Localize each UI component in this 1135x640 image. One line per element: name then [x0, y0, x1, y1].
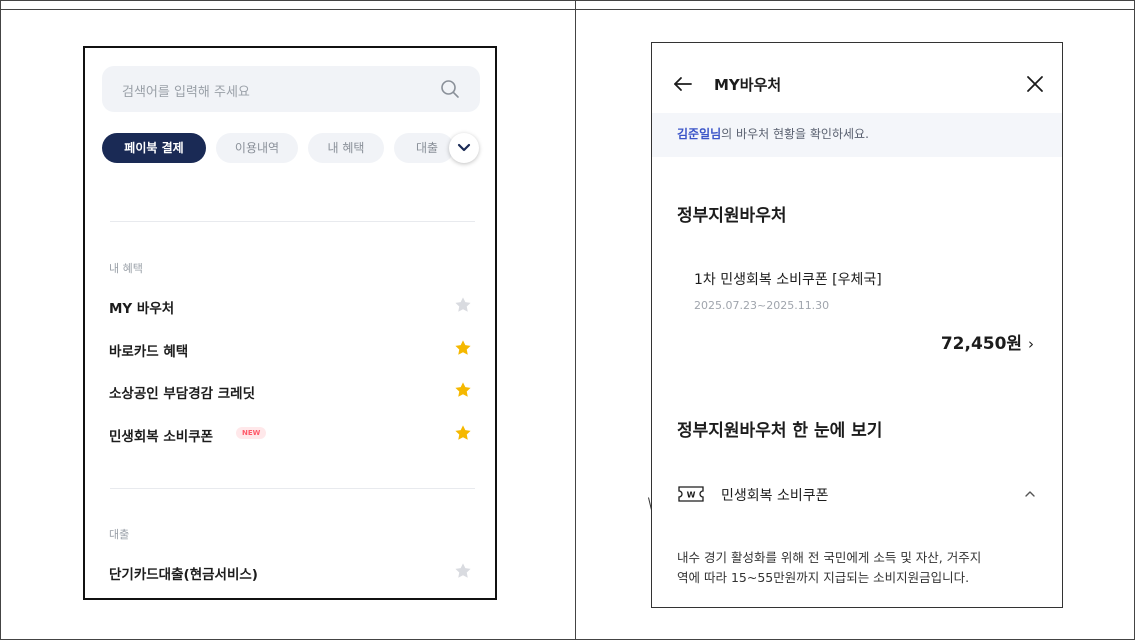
- description-line: 역에 따라 15~55만원까지 지급되는 소비지원금입니다.: [677, 570, 970, 585]
- menu-item-short-term-card-loan[interactable]: 단기카드대출(현금서비스): [109, 561, 479, 583]
- menu-item-label: 단기카드대출(현금서비스): [109, 567, 258, 583]
- voucher-period: 2025.07.23~2025.11.30: [694, 299, 830, 312]
- voucher-amount[interactable]: 72,450원 ›: [941, 329, 1034, 354]
- user-name: 김준일님: [677, 127, 722, 141]
- chevron-right-icon: ›: [1028, 335, 1034, 353]
- search-placeholder: 검색어를 입력해 주세요: [122, 85, 250, 100]
- table-top-border: [1, 9, 1134, 10]
- coupon-label: 민생회복 소비쿠폰: [721, 488, 829, 504]
- page-title: MY바우처: [714, 76, 782, 94]
- tab-loan[interactable]: 대출: [394, 133, 454, 163]
- star-outline-icon[interactable]: [453, 561, 473, 581]
- menu-item-my-voucher[interactable]: MY 바우처: [109, 295, 479, 317]
- menu-item-label: 바로카드 혜택: [109, 344, 189, 360]
- greeting-text: 김준일님의 바우처 현황을 확인하세요.: [677, 125, 869, 142]
- svg-text:W: W: [687, 491, 696, 500]
- won-coupon-icon: W: [678, 486, 704, 502]
- greeting-banner: 김준일님의 바우처 현황을 확인하세요.: [652, 113, 1062, 157]
- menu-item-consumption-coupon[interactable]: 민생회복 소비쿠폰 NEW: [109, 423, 479, 445]
- my-voucher-screen: MY바우처 김준일님의 바우처 현황을 확인하세요. 정부지원바우처 1차 민생…: [651, 42, 1063, 608]
- menu-item-label: MY 바우처: [109, 301, 175, 317]
- category-tabs: 페이북 결제 이용내역 내 혜택 대출: [102, 133, 487, 163]
- chevron-down-icon: [457, 143, 471, 152]
- section-divider: [110, 488, 475, 489]
- overview-title: 정부지원바우처 한 눈에 보기: [677, 421, 883, 441]
- description-line: 내수 경기 활성화를 위해 전 국민에게 소득 및 자산, 거주지: [677, 550, 982, 565]
- close-icon[interactable]: [1024, 73, 1046, 95]
- gov-voucher-title: 정부지원바우처: [677, 206, 787, 226]
- menu-item-barocard-benefits[interactable]: 바로카드 혜택: [109, 338, 479, 360]
- more-tabs-button[interactable]: [449, 133, 479, 163]
- star-filled-icon[interactable]: [453, 423, 473, 443]
- star-filled-icon[interactable]: [453, 380, 473, 400]
- arrow-left-icon[interactable]: [672, 73, 694, 95]
- section-label-benefits: 내 혜택: [109, 262, 143, 275]
- tab-my-benefits[interactable]: 내 혜택: [308, 133, 384, 163]
- stray-mark: [648, 497, 652, 511]
- section-divider: [110, 221, 475, 222]
- left-menu-screen: 검색어를 입력해 주세요 페이북 결제 이용내역 내 혜택 대출 내 혜택 MY…: [83, 46, 497, 600]
- menu-item-label: 소상공인 부담경감 크레딧: [109, 386, 256, 402]
- tab-paybook-payment[interactable]: 페이북 결제: [102, 133, 206, 163]
- search-bar[interactable]: 검색어를 입력해 주세요: [102, 66, 480, 112]
- greeting-message: 의 바우처 현황을 확인하세요.: [721, 127, 869, 141]
- tab-usage-history[interactable]: 이용내역: [216, 133, 298, 163]
- coupon-description: 내수 경기 활성화를 위해 전 국민에게 소득 및 자산, 거주지 역에 따라 …: [677, 548, 1047, 588]
- voucher-amount-value: 72,450원: [940, 334, 1023, 354]
- menu-item-small-business-credit[interactable]: 소상공인 부담경감 크레딧: [109, 380, 479, 402]
- section-label-loan: 대출: [109, 528, 130, 541]
- new-badge: NEW: [236, 427, 267, 439]
- chevron-up-icon[interactable]: [1021, 485, 1039, 503]
- menu-item-label: 민생회복 소비쿠폰: [109, 429, 214, 445]
- search-icon[interactable]: [438, 77, 462, 101]
- table-column-divider: [575, 1, 576, 639]
- star-outline-icon[interactable]: [453, 295, 473, 315]
- star-filled-icon[interactable]: [453, 338, 473, 358]
- voucher-name: 1차 민생회복 소비쿠폰 [우체국]: [694, 272, 882, 288]
- coupon-accordion-header[interactable]: W 민생회복 소비쿠폰: [677, 483, 1039, 509]
